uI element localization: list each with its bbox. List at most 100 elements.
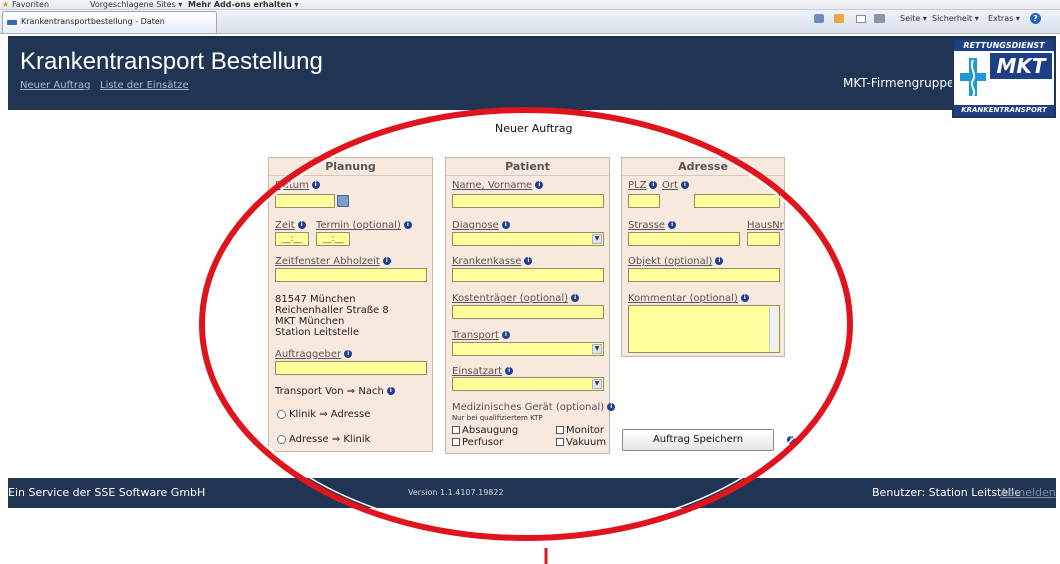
chevron-down-icon[interactable]: ▼: [592, 344, 602, 354]
help-icon[interactable]: ?: [1030, 13, 1041, 24]
adresse-panel: Adresse PLZ i Ort i Strasse i HausNr Objekt…: [621, 157, 785, 357]
einsatzart-select[interactable]: ▼: [452, 377, 604, 391]
checkbox[interactable]: [452, 438, 460, 446]
save-order-button[interactable]: Auftrag Speichern: [622, 429, 774, 451]
patient-heading: Patient: [446, 158, 609, 176]
planung-panel: Planung Datum i Zeit i Termin (optional) i …: [268, 157, 433, 452]
star-of-life-icon: [960, 58, 986, 97]
company-logo: RETTUNGSDIENST MKT KRANKENTRANSPORT: [952, 38, 1056, 118]
info-icon[interactable]: i: [535, 181, 544, 189]
transport-select[interactable]: ▼: [452, 342, 604, 356]
info-icon[interactable]: i: [668, 221, 677, 229]
geraet-label: Medizinisches Gerät (optional): [452, 402, 605, 413]
info-icon[interactable]: i: [787, 436, 795, 444]
info-icon[interactable]: i: [607, 403, 616, 411]
name-input[interactable]: [452, 194, 604, 208]
mail-icon[interactable]: [856, 15, 866, 23]
home-icon[interactable]: [814, 14, 824, 23]
security-menu[interactable]: Sicherheit ▾: [932, 14, 979, 23]
checkbox-label: Vakuum: [566, 437, 607, 448]
transport-direction-label: Transport Von ⇒ Nach: [275, 386, 384, 397]
chevron-down-icon[interactable]: ▼: [592, 379, 602, 389]
auftraggeber-input[interactable]: [275, 361, 427, 375]
strasse-label: Strasse: [628, 220, 666, 231]
suggested-sites-link[interactable]: Vorgeschlagene Sites ▾: [90, 0, 182, 9]
more-addons-link[interactable]: Mehr Add-ons erhalten ▾: [188, 0, 298, 9]
info-icon[interactable]: i: [403, 221, 412, 229]
ort-input[interactable]: [694, 194, 780, 208]
print-icon[interactable]: [874, 14, 885, 23]
info-icon[interactable]: i: [386, 387, 395, 395]
zeitfenster-input[interactable]: [275, 268, 427, 282]
address-line: Reichenhaller Straße 8: [275, 305, 389, 316]
checkbox[interactable]: [452, 426, 460, 434]
strasse-input[interactable]: [628, 232, 740, 246]
zeit-label: Zeit: [275, 220, 295, 231]
kommentar-label: Kommentar (optional): [628, 293, 738, 304]
krankenkasse-input[interactable]: [452, 268, 604, 282]
info-icon[interactable]: i: [297, 221, 306, 229]
info-icon[interactable]: i: [524, 257, 533, 265]
nav-new-order[interactable]: Neuer Auftrag: [20, 80, 90, 91]
device-checkbox-perfusor[interactable]: Perfusor: [452, 437, 503, 448]
datum-input[interactable]: [275, 194, 335, 208]
radio-label: Klinik ⇒ Adresse: [289, 409, 371, 420]
kostentraeger-input[interactable]: [452, 305, 604, 319]
info-icon[interactable]: i: [501, 331, 510, 339]
tab-title: Krankentransportbestellung - Daten: [21, 17, 165, 26]
info-icon[interactable]: i: [649, 181, 658, 189]
hausnr-input[interactable]: [747, 232, 780, 246]
checkbox[interactable]: [556, 438, 564, 446]
info-icon[interactable]: i: [680, 181, 689, 189]
logo-top-text: RETTUNGSDIENST: [954, 40, 1054, 51]
device-checkbox-vakuum[interactable]: Vakuum: [556, 437, 606, 448]
adresse-heading: Adresse: [622, 158, 784, 176]
checkbox[interactable]: [556, 426, 564, 434]
diagnose-select[interactable]: ▼: [452, 232, 604, 246]
radio-klinik-adresse[interactable]: Klinik ⇒ Adresse: [277, 409, 370, 420]
address-line: MKT München: [275, 316, 345, 327]
planung-heading: Planung: [269, 158, 432, 176]
plz-input[interactable]: [628, 194, 660, 208]
objekt-input[interactable]: [628, 268, 780, 282]
info-icon[interactable]: i: [311, 181, 320, 189]
device-checkbox-absaugung[interactable]: Absaugung: [452, 425, 518, 436]
logout-link[interactable]: Abmelden: [1000, 486, 1056, 499]
radio-button[interactable]: [277, 434, 286, 444]
radio-button[interactable]: [277, 409, 286, 419]
favorites-bar: ★ Favoriten Vorgeschlagene Sites ▾ Mehr …: [0, 0, 1060, 10]
geraet-hint: Nur bei qualifiziertem KTP: [452, 414, 543, 422]
textarea-scrollbar[interactable]: [769, 307, 778, 351]
radio-adresse-klinik[interactable]: Adresse ⇒ Klinik: [277, 434, 370, 445]
kostentraeger-label: Kostenträger (optional): [452, 293, 569, 304]
extras-menu[interactable]: Extras ▾: [988, 14, 1020, 23]
kommentar-textarea[interactable]: [628, 305, 780, 353]
radio-label: Adresse ⇒ Klinik: [289, 434, 371, 445]
datum-label: Datum: [275, 180, 309, 191]
info-icon[interactable]: i: [571, 294, 580, 302]
einsatzart-label: Einsatzart: [452, 366, 503, 377]
plz-label: PLZ: [628, 180, 647, 191]
chevron-down-icon[interactable]: ▼: [592, 234, 602, 244]
info-icon[interactable]: i: [382, 257, 391, 265]
zeitfenster-label: Zeitfenster Abholzeit: [275, 256, 380, 267]
info-icon[interactable]: i: [740, 294, 749, 302]
logo-bottom-text: KRANKENTRANSPORT: [954, 105, 1054, 116]
favorites-star-icon: ★: [2, 0, 10, 9]
feeds-icon[interactable]: [834, 14, 844, 23]
info-icon[interactable]: i: [501, 221, 510, 229]
info-icon[interactable]: i: [344, 350, 353, 358]
calendar-icon[interactable]: [337, 195, 349, 207]
info-icon[interactable]: i: [715, 257, 724, 265]
device-checkbox-monitor[interactable]: Monitor: [556, 425, 604, 436]
zeit-input[interactable]: __:__: [275, 232, 309, 246]
browser-tab[interactable]: Krankentransportbestellung - Daten: [2, 11, 217, 33]
page-menu[interactable]: Seite ▾: [900, 14, 927, 23]
info-icon[interactable]: i: [505, 367, 514, 375]
termin-label: Termin (optional): [316, 220, 401, 231]
termin-input[interactable]: __:__: [316, 232, 350, 246]
page-icon: [7, 20, 17, 25]
nav-missions-list[interactable]: Liste der Einsätze: [100, 80, 189, 91]
krankenkasse-label: Krankenkasse: [452, 256, 522, 267]
favorites-button[interactable]: Favoriten: [12, 0, 49, 9]
